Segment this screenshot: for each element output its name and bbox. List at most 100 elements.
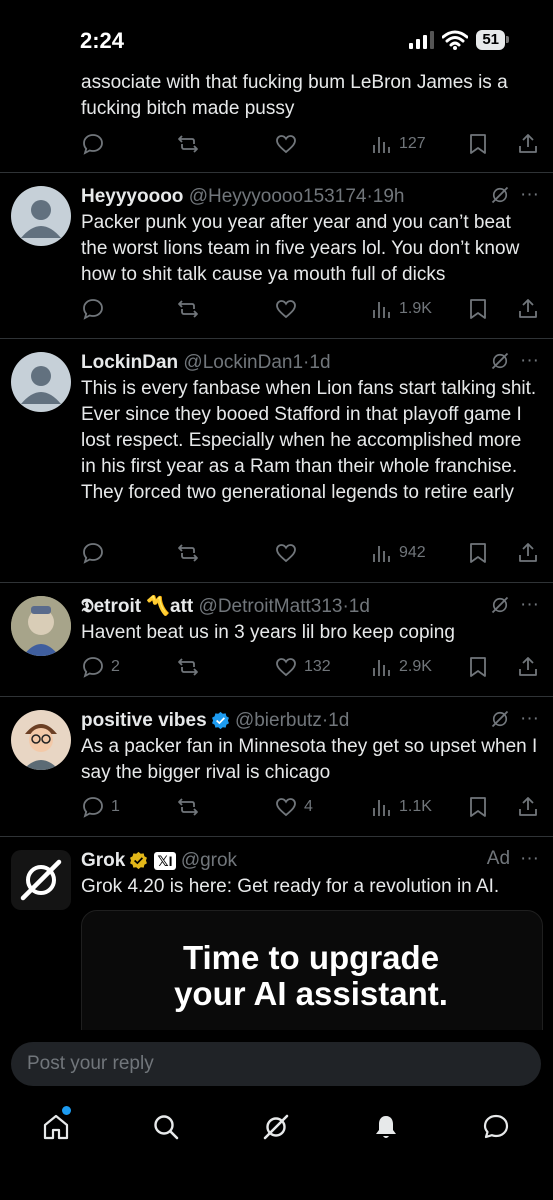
like-button[interactable] [274, 296, 304, 322]
tab-messages[interactable] [471, 1102, 521, 1152]
wifi-icon [442, 30, 469, 50]
views-count: 1.1K [399, 798, 432, 815]
views-button[interactable]: 127 [371, 131, 426, 157]
grok-avatar[interactable] [11, 850, 71, 910]
post-item[interactable]: positive vibes @bierbutz · 1d ··· As a p… [0, 696, 553, 837]
reply-button[interactable] [81, 131, 111, 157]
bookmark-icon [470, 657, 486, 677]
grok-icon[interactable] [490, 351, 510, 371]
post-text: As a packer fan in Minnesota they get so… [81, 736, 538, 783]
tab-home[interactable] [31, 1102, 81, 1152]
tab-bar [0, 1102, 553, 1152]
bookmark-button[interactable] [467, 131, 489, 157]
like-button[interactable]: 4 [274, 794, 313, 820]
more-options-icon[interactable]: ··· [520, 594, 539, 616]
bookmark-button[interactable] [467, 540, 489, 566]
share-button[interactable] [517, 296, 539, 322]
post-item[interactable]: LockinDan @LockinDan1 · 1d ··· This is e… [0, 338, 553, 583]
tab-grok[interactable] [251, 1102, 301, 1152]
like-icon [276, 135, 296, 154]
avatar[interactable] [11, 710, 71, 770]
repost-icon [178, 658, 198, 676]
ad-text: Grok 4.20 is here: Get ready for a revol… [81, 876, 500, 897]
tab-notifications[interactable] [361, 1102, 411, 1152]
views-icon [373, 546, 390, 562]
reply-button[interactable] [81, 540, 111, 566]
status-bar: 2:24 51 [0, 0, 553, 80]
share-icon [519, 543, 537, 562]
author-handle[interactable]: @DetroitMatt313 [199, 594, 343, 619]
ad-card-title-line-1: Time to upgrade [182, 939, 440, 976]
reply-icon [83, 543, 103, 564]
bookmark-button[interactable] [467, 794, 489, 820]
status-icons: 51 [408, 30, 509, 50]
ad-author-name[interactable]: Grok [81, 848, 125, 873]
verified-gold-badge-icon [130, 851, 148, 870]
post-time: 19h [372, 186, 405, 207]
share-button[interactable] [517, 131, 539, 157]
views-button[interactable]: 942 [371, 540, 426, 566]
signal-icon [409, 31, 435, 49]
author-handle[interactable]: @LockinDan1 [183, 350, 303, 375]
ad-author-handle[interactable]: @grok [181, 848, 237, 873]
bookmark-icon [470, 543, 486, 563]
grok-icon[interactable] [490, 709, 510, 729]
author-name[interactable]: LockinDan [81, 350, 178, 375]
more-options-icon[interactable]: ··· [520, 350, 539, 372]
views-count: 127 [399, 135, 426, 152]
views-button[interactable]: 2.9K [371, 654, 432, 680]
views-button[interactable]: 1.9K [371, 296, 432, 322]
author-name[interactable]: Heyyyoooo [81, 184, 183, 209]
share-button[interactable] [517, 654, 539, 680]
views-button[interactable]: 1.1K [371, 794, 432, 820]
grok-icon[interactable] [490, 595, 510, 615]
reply-button[interactable]: 2 [81, 654, 120, 680]
more-options-icon[interactable]: ··· [520, 708, 539, 730]
views-icon [373, 137, 390, 153]
avatar[interactable] [11, 352, 71, 412]
repost-button[interactable] [176, 131, 200, 157]
avatar[interactable] [11, 186, 71, 246]
post-item[interactable]: 𝕯etroit 〽️att @DetroitMatt313 · 1d ··· H… [0, 582, 553, 697]
reply-button[interactable] [81, 296, 111, 322]
reply-button[interactable]: 1 [81, 794, 120, 820]
grok-icon[interactable] [490, 185, 510, 205]
bookmark-button[interactable] [467, 296, 489, 322]
avatar[interactable] [11, 596, 71, 656]
repost-button[interactable] [176, 794, 200, 820]
reply-feed[interactable]: associate with that fucking bum LeBron J… [0, 0, 553, 1030]
views-icon [373, 660, 390, 676]
reply-count: 2 [111, 658, 120, 675]
bookmark-icon [470, 299, 486, 319]
post-actions: 942 [81, 540, 539, 566]
like-icon [276, 300, 296, 319]
author-handle[interactable]: @Heyyyoooo153174 [189, 184, 367, 209]
more-options-icon[interactable]: ··· [520, 848, 539, 870]
bookmark-button[interactable] [467, 654, 489, 680]
bookmark-icon [470, 134, 486, 154]
messages-icon [483, 1114, 509, 1139]
reply-icon [83, 797, 103, 818]
post-text: This is every fanbase when Lion fans sta… [81, 378, 537, 503]
like-count: 132 [304, 658, 331, 675]
repost-button[interactable] [176, 540, 200, 566]
author-name[interactable]: positive vibes [81, 708, 207, 733]
tab-search[interactable] [141, 1102, 191, 1152]
post-item[interactable]: Heyyyoooo @Heyyyoooo153174 · 19h ··· Pac… [0, 172, 553, 339]
more-options-icon[interactable]: ··· [520, 184, 539, 206]
notifications-icon [376, 1116, 396, 1138]
repost-icon [178, 798, 198, 816]
share-button[interactable] [517, 794, 539, 820]
like-button[interactable] [274, 540, 304, 566]
views-count: 2.9K [399, 658, 432, 675]
like-button[interactable]: 132 [274, 654, 331, 680]
repost-button[interactable] [176, 296, 200, 322]
reply-input[interactable] [11, 1042, 541, 1086]
author-name[interactable]: 𝕯etroit 〽️att [81, 594, 193, 619]
author-handle[interactable]: @bierbutz [235, 708, 322, 733]
like-button[interactable] [274, 131, 304, 157]
reply-icon [83, 657, 103, 678]
share-button[interactable] [517, 540, 539, 566]
repost-button[interactable] [176, 654, 200, 680]
views-count: 942 [399, 544, 426, 561]
